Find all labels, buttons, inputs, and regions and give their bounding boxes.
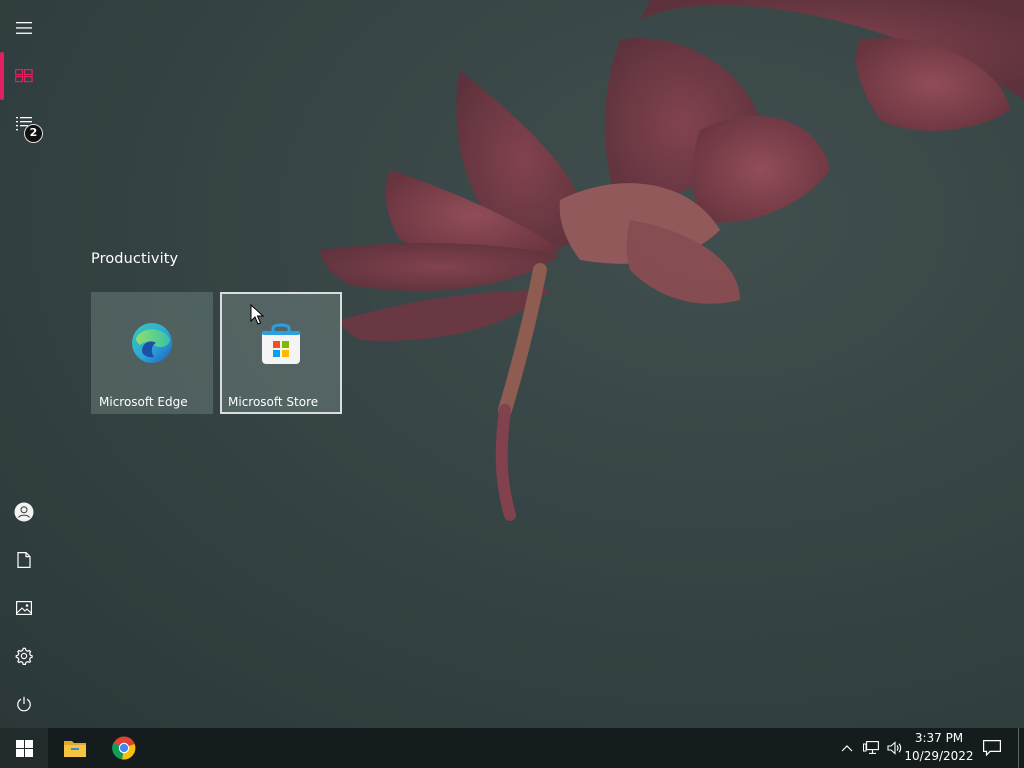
volume-icon — [887, 741, 902, 755]
clock-date: 10/29/2022 — [904, 749, 974, 763]
hamburger-menu-icon — [16, 22, 32, 34]
documents-button[interactable] — [0, 536, 48, 584]
windows-logo-icon — [15, 739, 33, 757]
pinned-tiles-button[interactable] — [0, 52, 48, 100]
power-button[interactable] — [0, 680, 48, 728]
tile-label: Microsoft Edge — [99, 395, 188, 409]
power-icon — [17, 696, 31, 712]
tile-microsoft-edge[interactable]: Microsoft Edge — [91, 292, 213, 414]
mouse-cursor-icon — [250, 304, 264, 325]
document-icon — [17, 552, 31, 568]
pictures-icon — [16, 601, 32, 615]
tile-label: Microsoft Store — [228, 395, 319, 409]
chevron-up-icon — [841, 745, 853, 752]
chrome-button[interactable] — [101, 728, 147, 768]
volume-button[interactable] — [884, 728, 906, 768]
tiles-icon — [15, 69, 33, 83]
gear-icon — [15, 647, 33, 665]
clock-button[interactable]: 3:37 PM 10/29/2022 — [904, 728, 974, 768]
all-apps-badge: 2 — [24, 124, 43, 143]
pictures-button[interactable] — [0, 584, 48, 632]
tile-microsoft-store[interactable]: Microsoft Store — [220, 292, 342, 414]
tile-group-title[interactable]: Productivity — [91, 251, 178, 267]
store-icon — [262, 323, 300, 364]
show-desktop-button[interactable] — [1018, 728, 1019, 768]
action-center-button[interactable] — [976, 728, 1008, 768]
expand-menu-button[interactable] — [0, 4, 48, 52]
notification-icon — [983, 740, 1001, 756]
chrome-icon — [112, 736, 136, 760]
folder-icon — [64, 741, 86, 757]
all-apps-button[interactable] — [0, 100, 48, 148]
file-explorer-button[interactable] — [52, 728, 98, 768]
user-icon — [14, 502, 34, 522]
network-icon — [863, 741, 879, 754]
start-menu-rail: 2 — [0, 0, 48, 728]
settings-button[interactable] — [0, 632, 48, 680]
network-button[interactable] — [860, 728, 882, 768]
show-hidden-icons-button[interactable] — [836, 728, 858, 768]
taskbar: 3:37 PM 10/29/2022 — [0, 728, 1024, 768]
user-account-button[interactable] — [0, 488, 48, 536]
clock-time: 3:37 PM — [914, 731, 964, 745]
start-button[interactable] — [0, 728, 48, 768]
edge-icon — [132, 323, 172, 364]
